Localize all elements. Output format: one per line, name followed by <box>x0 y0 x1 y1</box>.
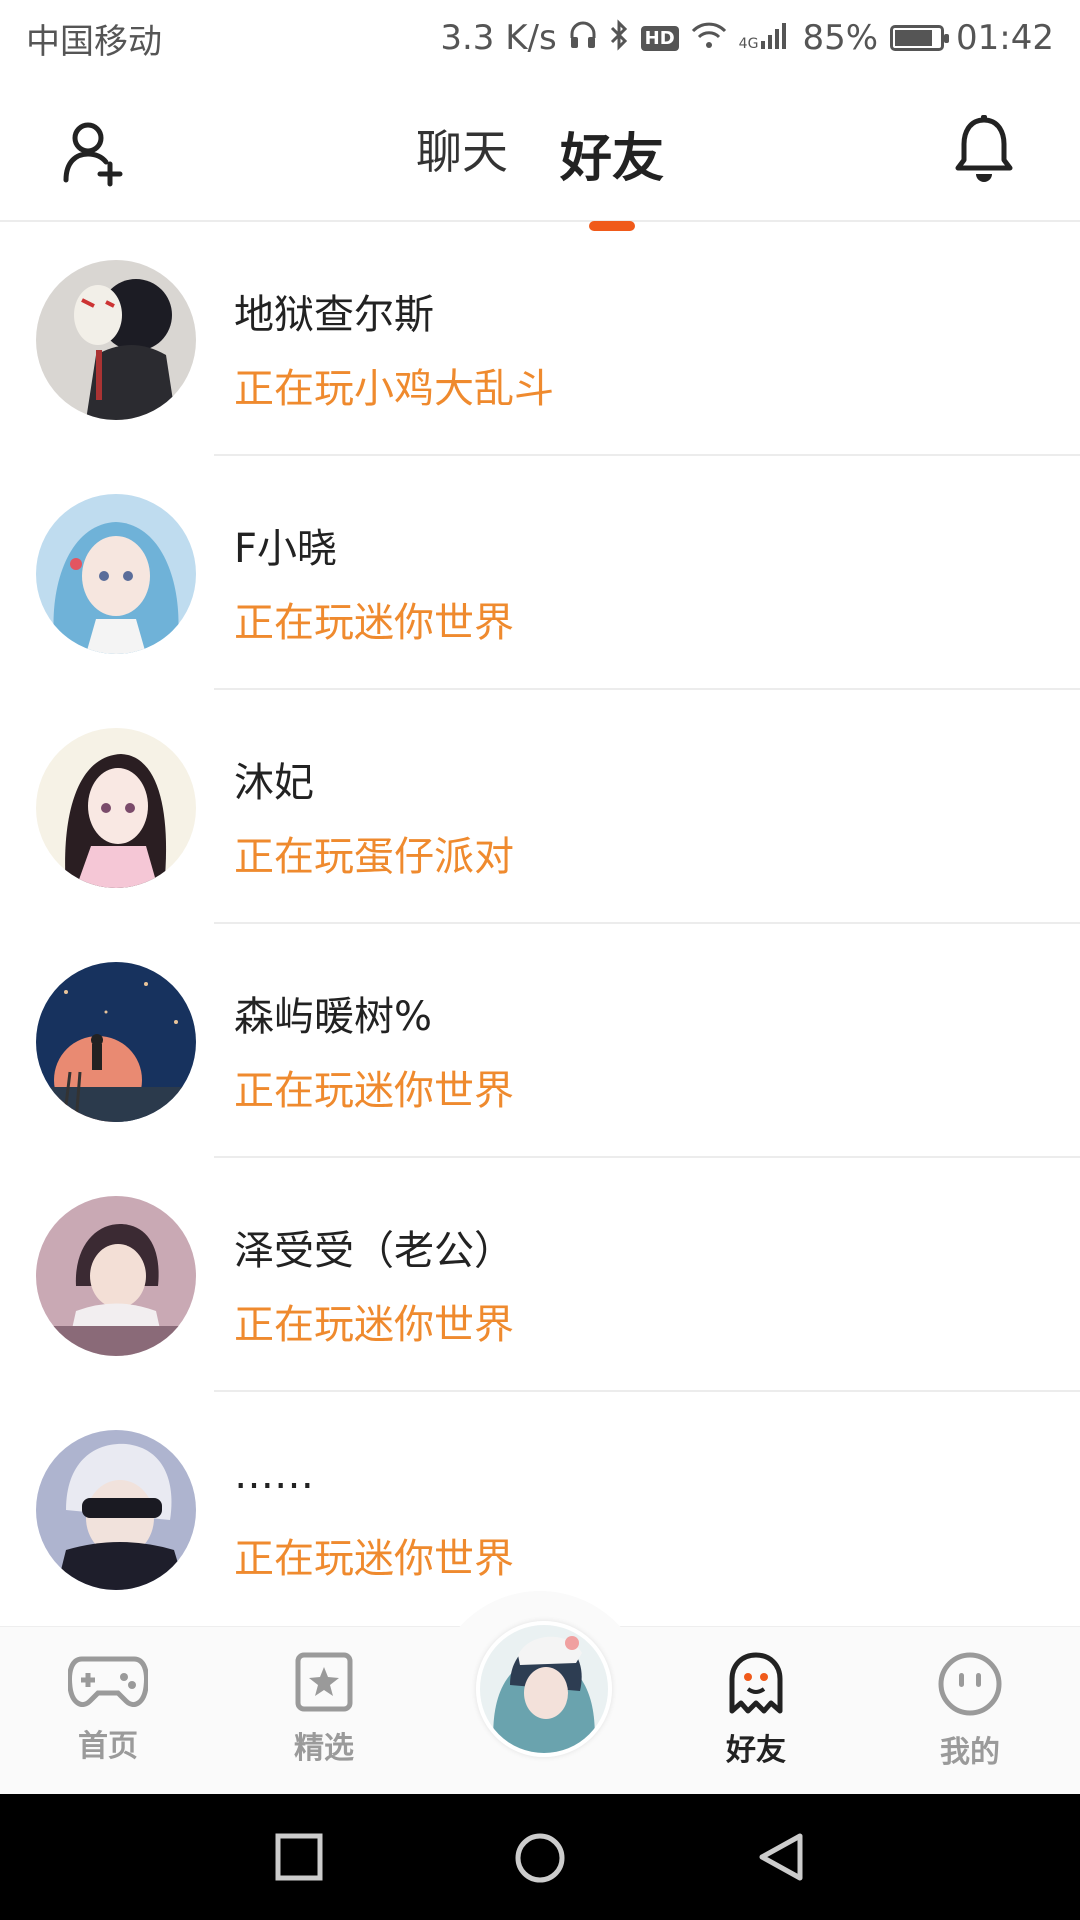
battery-icon <box>890 25 950 51</box>
active-nav-underline <box>720 1767 792 1781</box>
nav-profile[interactable]: 我的 <box>910 1651 1030 1771</box>
signal-icon <box>760 21 790 55</box>
friend-list: 地狱查尔斯 正在玩小鸡大乱斗 F小晓 正在玩迷你世界 沐妃 正在玩蛋仔派对 森屿… <box>0 222 1080 1626</box>
friend-name: 泽受受（老公） <box>234 1228 514 1274</box>
square-icon <box>274 1833 324 1886</box>
friend-name: 沐妃 <box>234 760 314 806</box>
friend-status: 正在玩迷你世界 <box>234 1536 514 1582</box>
friend-status: 正在玩小鸡大乱斗 <box>234 366 554 412</box>
smiley-icon <box>937 1652 1003 1721</box>
nav-featured-label: 精选 <box>294 1731 354 1766</box>
avatar[interactable] <box>36 962 196 1122</box>
avatar[interactable] <box>36 728 196 888</box>
carrier-label: 中国移动 <box>26 21 162 62</box>
tab-friends[interactable]: 好友 <box>559 116 664 231</box>
friend-name: …… <box>234 1452 314 1498</box>
avatar[interactable] <box>36 1430 196 1590</box>
avatar[interactable] <box>36 494 196 654</box>
ghost-icon <box>726 1652 786 1719</box>
friend-status: 正在玩迷你世界 <box>234 600 514 646</box>
friend-status: 正在玩迷你世界 <box>234 1068 514 1114</box>
nav-friends[interactable]: 好友 <box>696 1651 816 1781</box>
center-avatar-button[interactable] <box>476 1621 612 1757</box>
friend-name: 森屿暖树% <box>234 994 433 1040</box>
system-nav-bar <box>0 1794 1080 1920</box>
friend-item[interactable]: F小晓 正在玩迷你世界 <box>0 456 1080 690</box>
star-card-icon <box>294 1652 354 1717</box>
friend-item[interactable]: 泽受受（老公） 正在玩迷你世界 <box>0 1158 1080 1392</box>
home-button[interactable] <box>514 1832 565 1883</box>
friend-item[interactable]: 沐妃 正在玩蛋仔派对 <box>0 690 1080 924</box>
avatar[interactable] <box>36 260 196 420</box>
tab-chat[interactable]: 聊天 <box>416 116 508 221</box>
triangle-back-icon <box>756 1833 806 1886</box>
top-bar: 聊天 好友 <box>0 76 1080 231</box>
gamepad-icon <box>67 1656 149 1715</box>
status-icons: 3.3 K/s HD 4G 85% 01:42 <box>440 18 1054 58</box>
network-type: 4G <box>738 36 759 52</box>
nav-profile-label: 我的 <box>940 1735 1000 1770</box>
nav-home[interactable]: 首页 <box>48 1651 168 1765</box>
friend-name: F小晓 <box>234 526 338 572</box>
wifi-icon <box>691 21 727 55</box>
hd-badge: HD <box>640 25 679 51</box>
tab-chat-label: 聊天 <box>415 125 508 179</box>
friend-name: 地狱查尔斯 <box>234 292 434 338</box>
bottom-nav: 首页 精选 好友 我的 <box>0 1591 1080 1795</box>
clock: 01:42 <box>956 18 1054 58</box>
status-bar: 中国移动 3.3 K/s HD 4G 85% 01:42 <box>0 0 1080 76</box>
friend-item[interactable]: 森屿暖树% 正在玩迷你世界 <box>0 924 1080 1158</box>
friend-item[interactable]: 地狱查尔斯 正在玩小鸡大乱斗 <box>0 222 1080 456</box>
notification-button[interactable] <box>952 114 1016 186</box>
avatar[interactable] <box>36 1196 196 1356</box>
network-speed: 3.3 K/s <box>440 18 557 58</box>
nav-home-label: 首页 <box>78 1729 138 1764</box>
friend-status: 正在玩迷你世界 <box>234 1302 514 1348</box>
bluetooth-icon <box>609 19 629 57</box>
friend-status: 正在玩蛋仔派对 <box>234 834 514 880</box>
back-button[interactable] <box>756 1832 806 1882</box>
nav-featured[interactable]: 精选 <box>264 1651 384 1767</box>
tab-friends-label: 好友 <box>559 129 664 189</box>
circle-icon <box>514 1833 566 1888</box>
nav-friends-label: 好友 <box>726 1733 786 1768</box>
bell-icon <box>952 115 1016 190</box>
recents-button[interactable] <box>274 1832 324 1882</box>
headphones-icon <box>569 20 597 56</box>
battery-percent: 85% <box>802 18 879 58</box>
chat-friend-tabs: 聊天 好友 <box>0 116 1080 231</box>
